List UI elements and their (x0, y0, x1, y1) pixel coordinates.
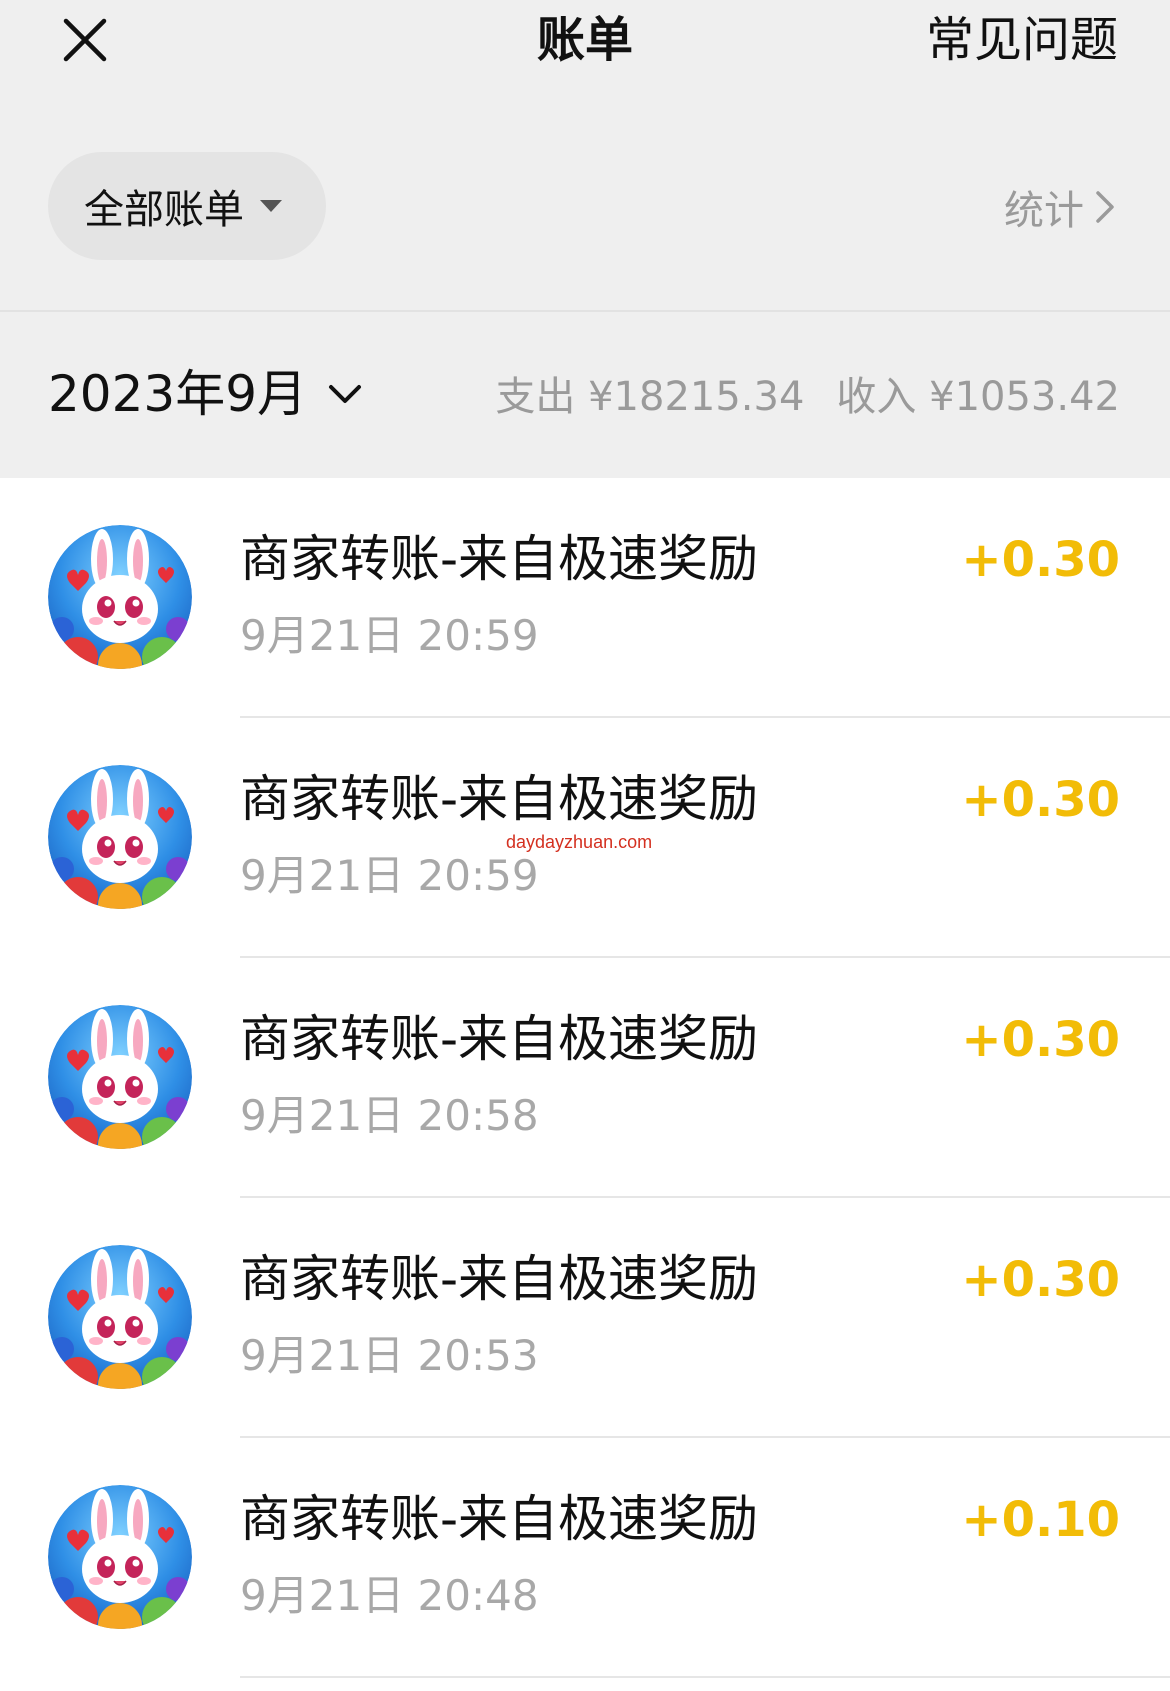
bunny-avatar-icon (48, 765, 192, 909)
transaction-amount: +0.30 (961, 532, 1120, 588)
chevron-down-icon (329, 385, 362, 403)
transaction-time: 9月21日 20:59 (240, 611, 539, 660)
transaction-title: 商家转账-来自极速奖励 (240, 1010, 759, 1068)
month-selector[interactable]: 2023年9月 (48, 362, 365, 426)
transaction-list: 商家转账-来自极速奖励 9月21日 20:59 +0.30 商家转账-来自极速奖… (0, 478, 1170, 1678)
transaction-row[interactable]: 商家转账-来自极速奖励 9月21日 20:58 +0.30 (0, 958, 1170, 1198)
header-area: 账单 常见问题 全部账单 统计 2023年9月 支出 ¥18215.34 收入 … (0, 0, 1170, 478)
month-label: 2023年9月 (48, 365, 308, 423)
expense-total: 支出 ¥18215.34 (495, 374, 805, 420)
transaction-time: 9月21日 20:59 (240, 851, 539, 900)
bunny-avatar-icon (48, 1485, 192, 1629)
bunny-avatar-icon (48, 1245, 192, 1389)
bill-page: 账单 常见问题 全部账单 统计 2023年9月 支出 ¥18215.34 收入 … (0, 0, 1170, 1691)
bill-filter-dropdown[interactable]: 全部账单 (48, 152, 326, 260)
transaction-time: 9月21日 20:53 (240, 1331, 539, 1380)
transaction-amount: +0.30 (961, 772, 1120, 828)
caret-down-icon (260, 200, 282, 212)
transaction-title: 商家转账-来自极速奖励 (240, 530, 759, 588)
transaction-row[interactable]: 商家转账-来自极速奖励 9月21日 20:53 +0.30 (0, 1198, 1170, 1438)
transaction-title: 商家转账-来自极速奖励 (240, 770, 759, 828)
chevron-right-icon (1096, 191, 1114, 223)
transaction-amount: +0.30 (961, 1012, 1120, 1068)
stats-label: 统计 (1004, 188, 1084, 234)
transaction-amount: +0.10 (961, 1492, 1120, 1548)
transaction-time: 9月21日 20:58 (240, 1091, 539, 1140)
bill-filter-label: 全部账单 (84, 187, 244, 233)
month-totals: 支出 ¥18215.34 收入 ¥1053.42 (495, 372, 1120, 422)
stats-link[interactable]: 统计 (1004, 178, 1118, 236)
watermark-text: daydayzhuan.com (506, 832, 653, 852)
income-total: 收入 ¥1053.42 (836, 374, 1120, 420)
transaction-title: 商家转账-来自极速奖励 (240, 1490, 759, 1548)
transaction-amount: +0.30 (961, 1252, 1120, 1308)
header-divider (0, 310, 1170, 312)
transaction-row[interactable]: 商家转账-来自极速奖励 9月21日 20:59 +0.30 (0, 478, 1170, 718)
row-divider (240, 1676, 1170, 1678)
transaction-title: 商家转账-来自极速奖励 (240, 1250, 759, 1308)
bunny-avatar-icon (48, 1005, 192, 1149)
bunny-avatar-icon (48, 525, 192, 669)
transaction-time: 9月21日 20:48 (240, 1571, 539, 1620)
faq-link[interactable]: 常见问题 (926, 8, 1118, 72)
transaction-row[interactable]: 商家转账-来自极速奖励 9月21日 20:48 +0.10 (0, 1438, 1170, 1678)
